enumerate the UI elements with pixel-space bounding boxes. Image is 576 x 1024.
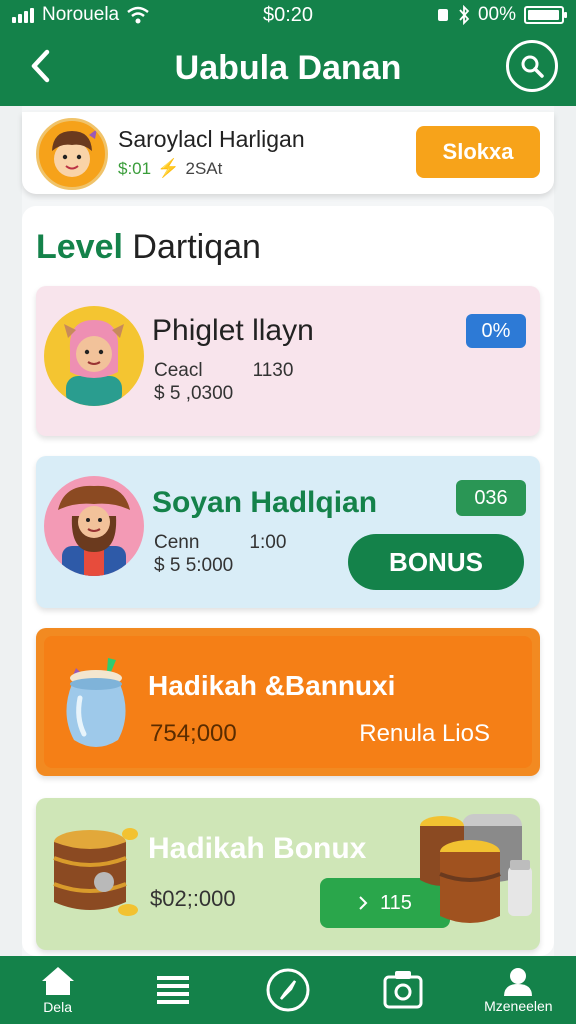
section-title-accent: Level xyxy=(36,228,123,266)
profile-action-button[interactable]: Slokxa xyxy=(416,126,540,178)
card-name: Soyan Hadlqian xyxy=(152,486,378,519)
pill-value: 115 xyxy=(380,891,412,914)
level-section: Level Dartiqan Phiglet llayn Ceacl 1130 … xyxy=(22,206,554,956)
nav-item-explore[interactable] xyxy=(238,956,338,1024)
nav-item-menu[interactable] xyxy=(123,956,223,1024)
search-button[interactable] xyxy=(506,40,558,92)
search-icon xyxy=(521,55,544,78)
card-amount: $ 5 ,0300 xyxy=(154,382,234,404)
barrels-icon xyxy=(420,814,532,923)
profile-card[interactable]: Saroylacl Harligan $:01 ⚡ 2SAt Slokxa xyxy=(22,112,554,194)
card-amount: $ 5 5:000 xyxy=(154,554,234,576)
avatar xyxy=(44,306,144,406)
card-meta: Ceacl 1130 $ 5 ,0300 xyxy=(154,360,293,406)
jar-icon xyxy=(66,658,126,747)
app-bar: Uabula Danan xyxy=(0,30,576,106)
meta-value: 1:00 xyxy=(249,532,287,553)
meta-label: Ceacl xyxy=(154,360,203,381)
profile-icon xyxy=(504,968,533,996)
card-subtitle: Renula LioS xyxy=(359,720,490,747)
meta-label: Cenn xyxy=(154,532,200,553)
level-value: 2SAt xyxy=(185,158,223,178)
bottom-nav: Dela Mzeneelen xyxy=(0,956,576,1024)
avatar xyxy=(44,476,144,576)
percent-badge: 0% xyxy=(466,314,526,348)
profile-stats: $:01 ⚡ 2SAt xyxy=(118,158,222,179)
bonus-card[interactable]: Hadikah Bonux $02;:000 115 xyxy=(36,798,540,950)
home-icon xyxy=(41,967,74,995)
chevron-right-icon xyxy=(359,896,368,910)
section-title-rest: Dartiqan xyxy=(132,228,261,266)
battery-icon xyxy=(524,6,567,24)
menu-icon xyxy=(156,976,189,1004)
nav-item-profile[interactable]: Mzeneelen xyxy=(468,956,568,1024)
nav-label: Mzeneelen xyxy=(484,998,553,1014)
card-meta: Cenn 1:00 $ 5 5:000 xyxy=(154,532,286,578)
bonus-button[interactable]: BONUS xyxy=(348,534,524,590)
nav-item-wallet[interactable] xyxy=(353,956,453,1024)
wallet-icon xyxy=(383,971,423,1009)
percent-badge: 036 xyxy=(456,480,526,516)
page-title: Uabula Danan xyxy=(174,48,402,87)
card-title: Hadikah &Bannuxi xyxy=(148,670,396,701)
status-bar: Norouela $0:20 00% xyxy=(0,0,576,30)
status-time: $0:20 xyxy=(262,4,314,26)
bolt-icon: ⚡ xyxy=(157,158,180,178)
level-card[interactable]: Soyan Hadlqian Cenn 1:00 $ 5 5:000 036 B… xyxy=(36,456,540,608)
drum-icon xyxy=(53,828,138,916)
nav-label: Dela xyxy=(43,999,72,1015)
card-amount: $02;:000 xyxy=(150,886,236,911)
card-amount: 754;000 xyxy=(150,720,237,747)
card-title: Hadikah Bonux xyxy=(148,832,367,865)
section-title: Level Dartiqan xyxy=(36,228,261,267)
coin-value: $:01 xyxy=(118,158,152,178)
avatar xyxy=(36,118,108,190)
card-name: Phiglet llayn xyxy=(152,314,314,347)
meta-value: 1130 xyxy=(252,360,294,381)
bonus-card[interactable]: Hadikah &Bannuxi 754;000 Renula LioS xyxy=(36,628,540,776)
compass-icon xyxy=(266,968,310,1012)
profile-name: Saroylacl Harligan xyxy=(118,126,305,152)
chevron-left-icon xyxy=(31,49,50,83)
back-button[interactable] xyxy=(22,46,58,86)
level-card[interactable]: Phiglet llayn Ceacl 1130 $ 5 ,0300 0% xyxy=(36,286,540,436)
nav-item-home[interactable]: Dela xyxy=(8,956,108,1024)
